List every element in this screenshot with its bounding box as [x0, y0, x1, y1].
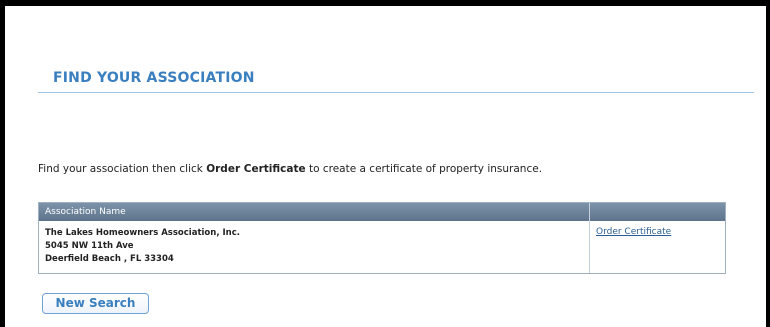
order-certificate-link[interactable]: Order Certificate	[596, 227, 671, 237]
association-details: The Lakes Homeowners Association, Inc. 5…	[45, 227, 240, 266]
association-city-state-zip: Deerfield Beach , FL 33304	[45, 254, 174, 264]
new-search-button[interactable]: New Search	[42, 293, 149, 314]
table-header: Association Name	[39, 203, 725, 221]
association-address: 5045 NW 11th Ave	[45, 241, 134, 251]
column-header-association-name: Association Name	[45, 207, 126, 217]
instructions-text: Find your association then click Order C…	[38, 163, 542, 175]
page-title: FIND YOUR ASSOCIATION	[53, 70, 255, 86]
instructions-suffix: to create a certificate of property insu…	[305, 163, 543, 175]
association-results-table: Association Name The Lakes Homeowners As…	[38, 202, 726, 274]
table-row: The Lakes Homeowners Association, Inc. 5…	[39, 221, 725, 273]
instructions-prefix: Find your association then click	[38, 163, 207, 175]
title-divider	[38, 92, 754, 93]
page-frame: FIND YOUR ASSOCIATION Find your associat…	[0, 0, 770, 327]
instructions-emphasis: Order Certificate	[206, 163, 306, 175]
association-name: The Lakes Homeowners Association, Inc.	[45, 228, 240, 238]
